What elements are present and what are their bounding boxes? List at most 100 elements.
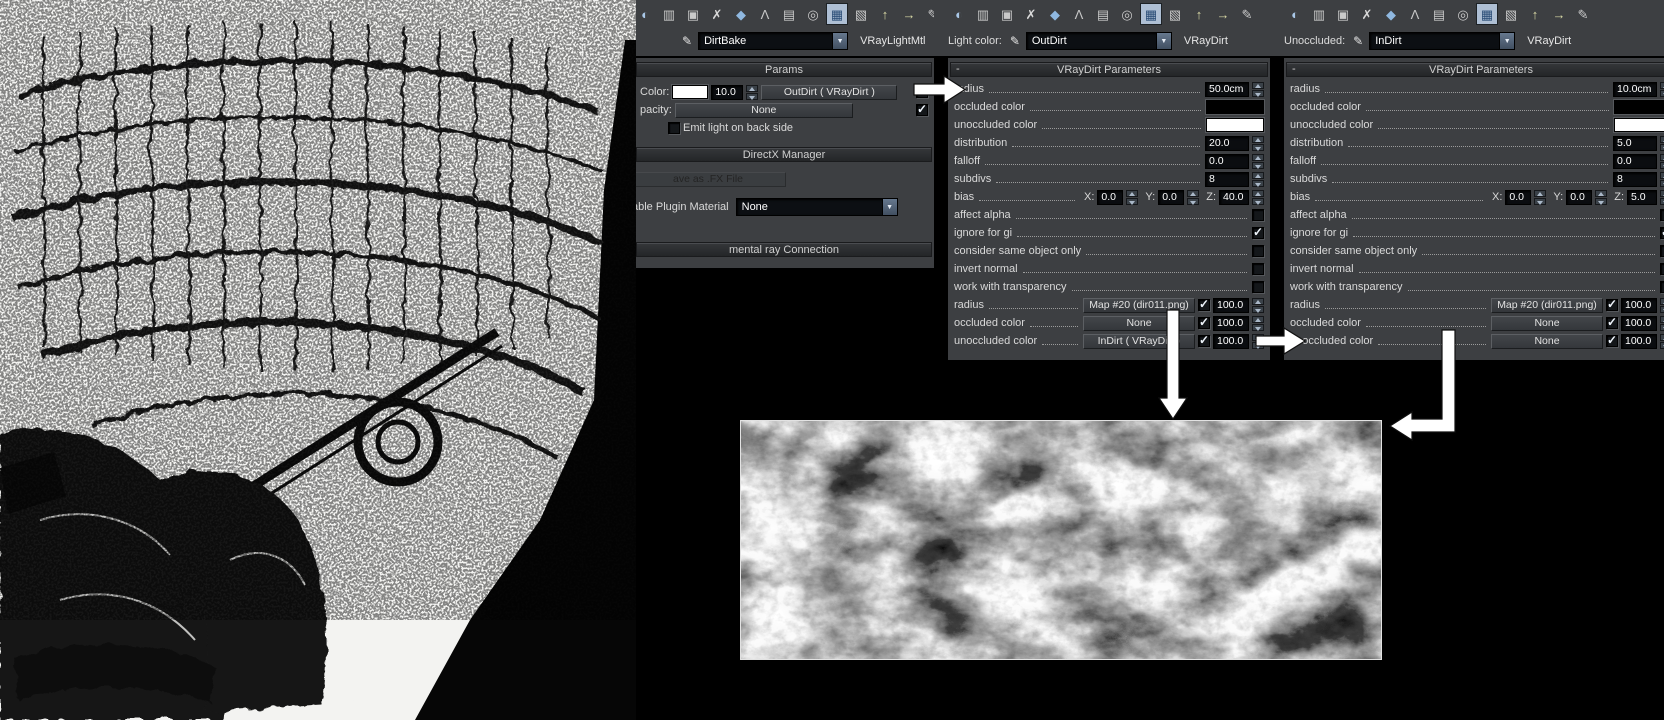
- spinner-down-icon[interactable]: [1187, 198, 1199, 205]
- affect-alpha-checkbox[interactable]: [1660, 209, 1664, 221]
- invert-normal-checkbox[interactable]: [1660, 263, 1664, 275]
- assign-material-icon[interactable]: ▣: [996, 3, 1018, 25]
- emit-light-checkbox[interactable]: [668, 122, 680, 134]
- save-fx-file-button[interactable]: ave as .FX File: [634, 172, 786, 187]
- material-type-button[interactable]: VRayDirt: [1527, 35, 1571, 47]
- spinner-up-icon[interactable]: [1252, 316, 1264, 323]
- spinner-up-icon[interactable]: [1660, 316, 1664, 323]
- spinner-control[interactable]: [1252, 136, 1264, 151]
- make-unique-icon[interactable]: Λ: [1404, 3, 1426, 25]
- falloff-field[interactable]: 0.0: [1205, 154, 1249, 169]
- spinner-down-icon[interactable]: [1660, 324, 1664, 331]
- subdivs-field[interactable]: 8: [1613, 172, 1657, 187]
- rollout-vraydirt-parameters[interactable]: - VRayDirt Parameters: [1286, 62, 1664, 77]
- material-type-button[interactable]: VRayDirt: [1184, 35, 1228, 47]
- spinner-up-icon[interactable]: [1187, 190, 1199, 197]
- radius-map-button[interactable]: Map #20 (dir011.png): [1491, 298, 1603, 313]
- spinner-control[interactable]: [746, 85, 758, 100]
- unoccluded-color-swatch[interactable]: [1206, 118, 1264, 132]
- dropdown-arrow-icon[interactable]: ▼: [882, 199, 897, 215]
- unoccluded-color-amount-field[interactable]: 100.0: [1621, 334, 1657, 349]
- get-material-icon[interactable]: ◐: [1284, 3, 1306, 25]
- spinner-control[interactable]: [1252, 172, 1264, 187]
- put-material-to-scene-icon[interactable]: ▥: [1308, 3, 1330, 25]
- unoccluded-color-swatch[interactable]: [1614, 118, 1664, 132]
- occluded-color-swatch[interactable]: [1206, 100, 1264, 114]
- spinner-control[interactable]: [1252, 298, 1264, 313]
- spinner-control[interactable]: [1126, 190, 1138, 205]
- spinner-up-icon[interactable]: [1595, 190, 1607, 197]
- spinner-up-icon[interactable]: [1252, 298, 1264, 305]
- spinner-control[interactable]: [1252, 334, 1264, 349]
- spinner-control[interactable]: [1252, 82, 1264, 97]
- bias-z-field[interactable]: 5.0: [1627, 190, 1657, 205]
- spinner-down-icon[interactable]: [1660, 162, 1664, 169]
- spinner-down-icon[interactable]: [1252, 144, 1264, 151]
- spinner-control[interactable]: [1660, 82, 1664, 97]
- go-to-parent-icon[interactable]: ↑: [874, 3, 896, 25]
- falloff-field[interactable]: 0.0: [1613, 154, 1657, 169]
- go-forward-sibling-icon[interactable]: →: [1548, 3, 1570, 25]
- spinner-down-icon[interactable]: [1660, 342, 1664, 349]
- spinner-down-icon[interactable]: [1252, 306, 1264, 313]
- spinner-down-icon[interactable]: [1252, 90, 1264, 97]
- pick-material-icon[interactable]: ✎: [922, 3, 934, 25]
- show-end-result-icon[interactable]: ▧: [850, 3, 872, 25]
- radius-amount-field[interactable]: 100.0: [1621, 298, 1657, 313]
- bias-x-field[interactable]: 0.0: [1097, 190, 1123, 205]
- spinner-up-icon[interactable]: [1252, 190, 1264, 197]
- spinner-control[interactable]: [1187, 190, 1199, 205]
- get-material-icon[interactable]: ◐: [948, 3, 970, 25]
- consider-same-object-only-checkbox[interactable]: [1660, 245, 1664, 257]
- occluded-color-map-button[interactable]: None: [1083, 316, 1195, 331]
- spinner-up-icon[interactable]: [746, 85, 758, 92]
- reset-map-icon[interactable]: ✗: [706, 3, 728, 25]
- rollout-params[interactable]: Params: [636, 62, 932, 77]
- spinner-down-icon[interactable]: [1660, 180, 1664, 187]
- unoccluded-color-map-button[interactable]: None: [1491, 334, 1603, 349]
- spinner-up-icon[interactable]: [1126, 190, 1138, 197]
- go-to-parent-icon[interactable]: ↑: [1524, 3, 1546, 25]
- spinner-control[interactable]: [1534, 190, 1546, 205]
- occluded-color-swatch[interactable]: [1614, 100, 1664, 114]
- spinner-down-icon[interactable]: [1252, 324, 1264, 331]
- spinner-down-icon[interactable]: [1252, 162, 1264, 169]
- spinner-up-icon[interactable]: [1660, 136, 1664, 143]
- go-to-parent-icon[interactable]: ↑: [1188, 3, 1210, 25]
- rollout-mental-ray-connection[interactable]: mental ray Connection: [636, 242, 932, 257]
- spinner-up-icon[interactable]: [1252, 154, 1264, 161]
- radius-amount-field[interactable]: 100.0: [1213, 298, 1249, 313]
- spinner-down-icon[interactable]: [1252, 342, 1264, 349]
- material-id-channel-icon[interactable]: ◎: [802, 3, 824, 25]
- ignore-for-gi-checkbox[interactable]: [1252, 227, 1264, 239]
- make-unique-icon[interactable]: Λ: [1068, 3, 1090, 25]
- dropdown-arrow-icon[interactable]: ▼: [832, 33, 847, 49]
- occluded-color-map-checkbox[interactable]: [1198, 317, 1210, 329]
- radius-map-checkbox[interactable]: [1198, 299, 1210, 311]
- occluded-color-map-button[interactable]: None: [1491, 316, 1603, 331]
- material-id-channel-icon[interactable]: ◎: [1452, 3, 1474, 25]
- pick-material-icon[interactable]: ✎: [1236, 3, 1258, 25]
- radius-map-checkbox[interactable]: [1606, 299, 1618, 311]
- spinner-down-icon[interactable]: [1660, 144, 1664, 151]
- make-material-copy-icon[interactable]: ◆: [730, 3, 752, 25]
- get-material-icon[interactable]: ◐: [634, 3, 656, 25]
- spinner-down-icon[interactable]: [1660, 306, 1664, 313]
- radius-map-button[interactable]: Map #20 (dir011.png): [1083, 298, 1195, 313]
- material-name-dropdown[interactable]: DirtBake ▼: [698, 32, 848, 50]
- material-id-channel-icon[interactable]: ◎: [1116, 3, 1138, 25]
- assign-material-icon[interactable]: ▣: [1332, 3, 1354, 25]
- put-material-to-scene-icon[interactable]: ▥: [972, 3, 994, 25]
- spinner-up-icon[interactable]: [1252, 136, 1264, 143]
- dropdown-arrow-icon[interactable]: ▼: [1499, 33, 1514, 49]
- show-end-result-icon[interactable]: ▧: [1500, 3, 1522, 25]
- put-to-library-icon[interactable]: ▤: [1092, 3, 1114, 25]
- make-material-copy-icon[interactable]: ◆: [1380, 3, 1402, 25]
- assign-material-icon[interactable]: ▣: [682, 3, 704, 25]
- put-material-to-scene-icon[interactable]: ▥: [658, 3, 680, 25]
- spinner-control[interactable]: [1595, 190, 1607, 205]
- light-color-swatch[interactable]: [672, 85, 708, 99]
- spinner-control[interactable]: [1252, 316, 1264, 331]
- color-multiplier-field[interactable]: 10.0: [711, 85, 743, 100]
- show-end-result-icon[interactable]: ▧: [1164, 3, 1186, 25]
